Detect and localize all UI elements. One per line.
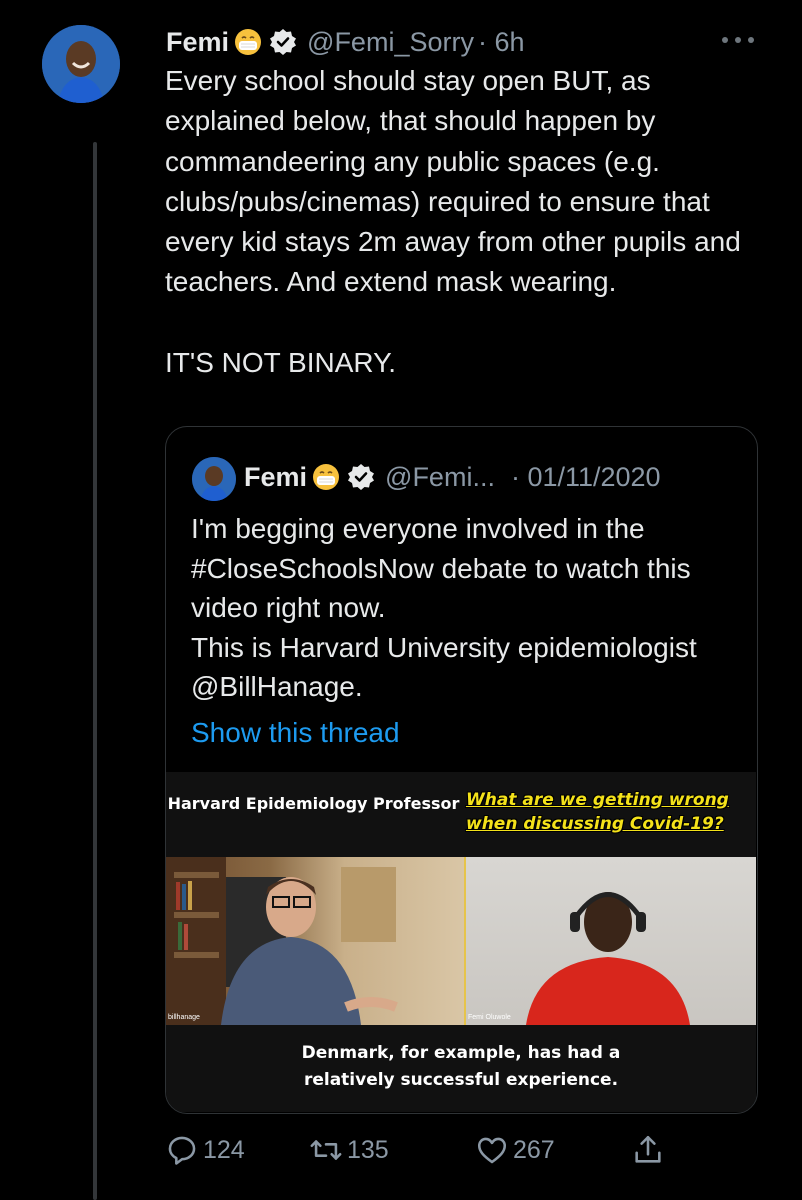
more-options-icon[interactable] (718, 28, 758, 52)
show-thread-link[interactable]: Show this thread (191, 717, 400, 749)
tweet-text: Every school should stay open BUT, as ex… (165, 65, 741, 379)
video-left-label: billhanage (168, 1014, 200, 1021)
face-with-medical-mask-icon (235, 29, 262, 55)
quoted-tweet-header: Femi @Femi... · 01/11/2020 (244, 455, 661, 499)
tweet-time[interactable]: · 6h (478, 27, 525, 58)
avatar-image (42, 25, 120, 103)
retweet-icon (310, 1140, 342, 1160)
thread-line (93, 142, 97, 1200)
heart-icon (477, 1137, 507, 1164)
caption-right: What are we getting wrong when discussin… (466, 790, 729, 834)
author-handle[interactable]: @Femi_Sorry (307, 27, 474, 58)
video-subtitle: Denmark, for example, has had a relative… (301, 1043, 621, 1090)
verified-badge-icon (348, 464, 375, 490)
like-count: 267 (513, 1135, 555, 1164)
speaker-right-image (526, 892, 690, 1025)
avatar-image (192, 457, 236, 501)
quoted-author-avatar (192, 457, 236, 501)
reply-icon (168, 1136, 196, 1165)
like-button[interactable]: 267 (475, 1128, 555, 1172)
quoted-author-handle: @Femi... (385, 461, 495, 492)
reply-button[interactable]: 124 (165, 1128, 245, 1172)
speaker-left-image (166, 857, 398, 1025)
author-avatar[interactable] (42, 25, 120, 103)
tweet-action-bar: 124 135 267 (165, 1128, 765, 1172)
reply-count: 124 (203, 1135, 245, 1164)
video-right-label: Femi Oluwole (468, 1014, 511, 1021)
quoted-tweet[interactable]: Femi @Femi... · 01/11/2020 I'm begging e… (165, 426, 758, 1114)
video-frame-left: billhanage (166, 857, 466, 1025)
quoted-tweet-text: I'm begging everyone involved in the #Cl… (191, 513, 697, 702)
retweet-count: 135 (347, 1135, 389, 1164)
face-with-medical-mask-icon (313, 464, 340, 490)
tweet-header: Femi @Femi_Sorry · 6h (166, 22, 525, 62)
author-name[interactable]: Femi (166, 27, 229, 58)
caption-left: Harvard Epidemiology Professor (167, 794, 460, 813)
video-frame-right: Femi Oluwole (466, 857, 756, 1025)
share-button[interactable] (631, 1128, 669, 1172)
retweet-button[interactable]: 135 (309, 1128, 389, 1172)
share-icon (635, 1135, 661, 1163)
quoted-tweet-date: · 01/11/2020 (510, 461, 661, 492)
quoted-author-name: Femi (244, 461, 308, 492)
quoted-video-thumbnail[interactable]: Harvard Epidemiology Professor What are … (166, 772, 756, 1112)
verified-badge-icon (270, 29, 297, 55)
